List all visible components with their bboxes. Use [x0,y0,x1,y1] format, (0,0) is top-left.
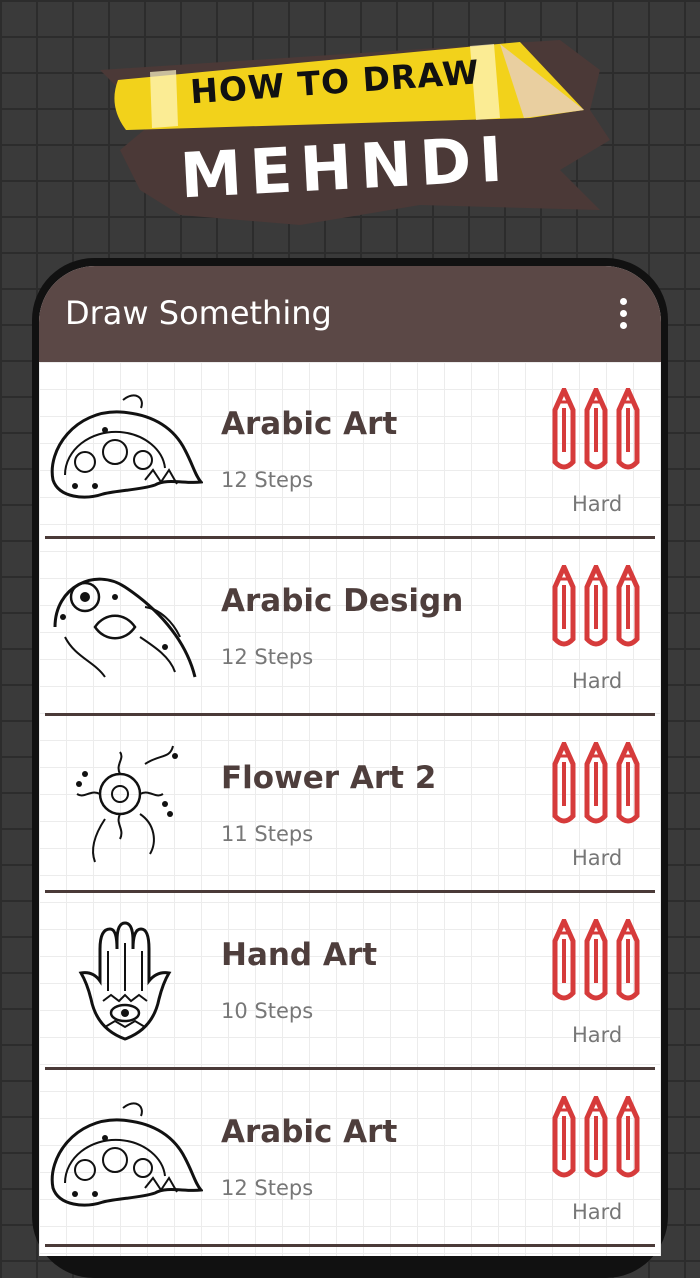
app-bar: Draw Something [39,266,661,362]
hamsa-hand-icon [45,921,203,1041]
item-steps: 12 Steps [221,468,314,492]
app-bar-title: Draw Something [65,294,332,332]
difficulty-pencils-icon [549,914,641,1001]
item-title: Arabic Art [221,406,398,442]
item-difficulty: Hard [572,1023,623,1047]
list-item[interactable]: Hand Art 10 Steps Hard [39,893,661,1070]
item-difficulty: Hard [572,1200,623,1224]
paisley-mehndi-icon [45,1098,204,1218]
floral-mehndi-icon [45,567,203,687]
item-difficulty: Hard [572,669,623,693]
item-steps: 10 Steps [221,999,314,1023]
difficulty-pencils-icon [549,1091,641,1178]
item-difficulty: Hard [572,492,623,516]
difficulty-pencils-icon [549,560,641,647]
difficulty-pencils-icon [549,383,641,470]
list-item[interactable]: Arabic Design 12 Steps Hard [39,539,661,716]
flower-mehndi-icon [45,744,203,864]
app-screen: Draw Something Arabic Art 12 Steps Hard … [39,266,661,1256]
list-item[interactable]: Arabic Art 12 Steps Hard [39,362,661,539]
item-title: Arabic Design [221,583,464,619]
item-title: Flower Art 2 [221,760,437,796]
app-logo: HOW TO DRAW MEHNDI [0,0,700,240]
item-steps: 12 Steps [221,1176,314,1200]
item-title: Hand Art [221,937,378,973]
difficulty-pencils-icon [549,737,641,824]
item-steps: 12 Steps [221,645,314,669]
item-difficulty: Hard [572,846,623,870]
item-steps: 11 Steps [221,822,314,846]
list-item[interactable]: Arabic Art 12 Steps Hard [39,1070,661,1247]
list-item[interactable]: Flower Art 2 11 Steps Hard [39,716,661,893]
drawing-list[interactable]: Arabic Art 12 Steps Hard Arabic Design 1… [39,362,661,1256]
item-title: Arabic Art [221,1114,398,1150]
paisley-mehndi-icon [45,390,204,510]
more-vertical-icon[interactable] [607,292,639,334]
logo-brush-pencil-art [100,40,610,225]
divider [45,1244,655,1247]
